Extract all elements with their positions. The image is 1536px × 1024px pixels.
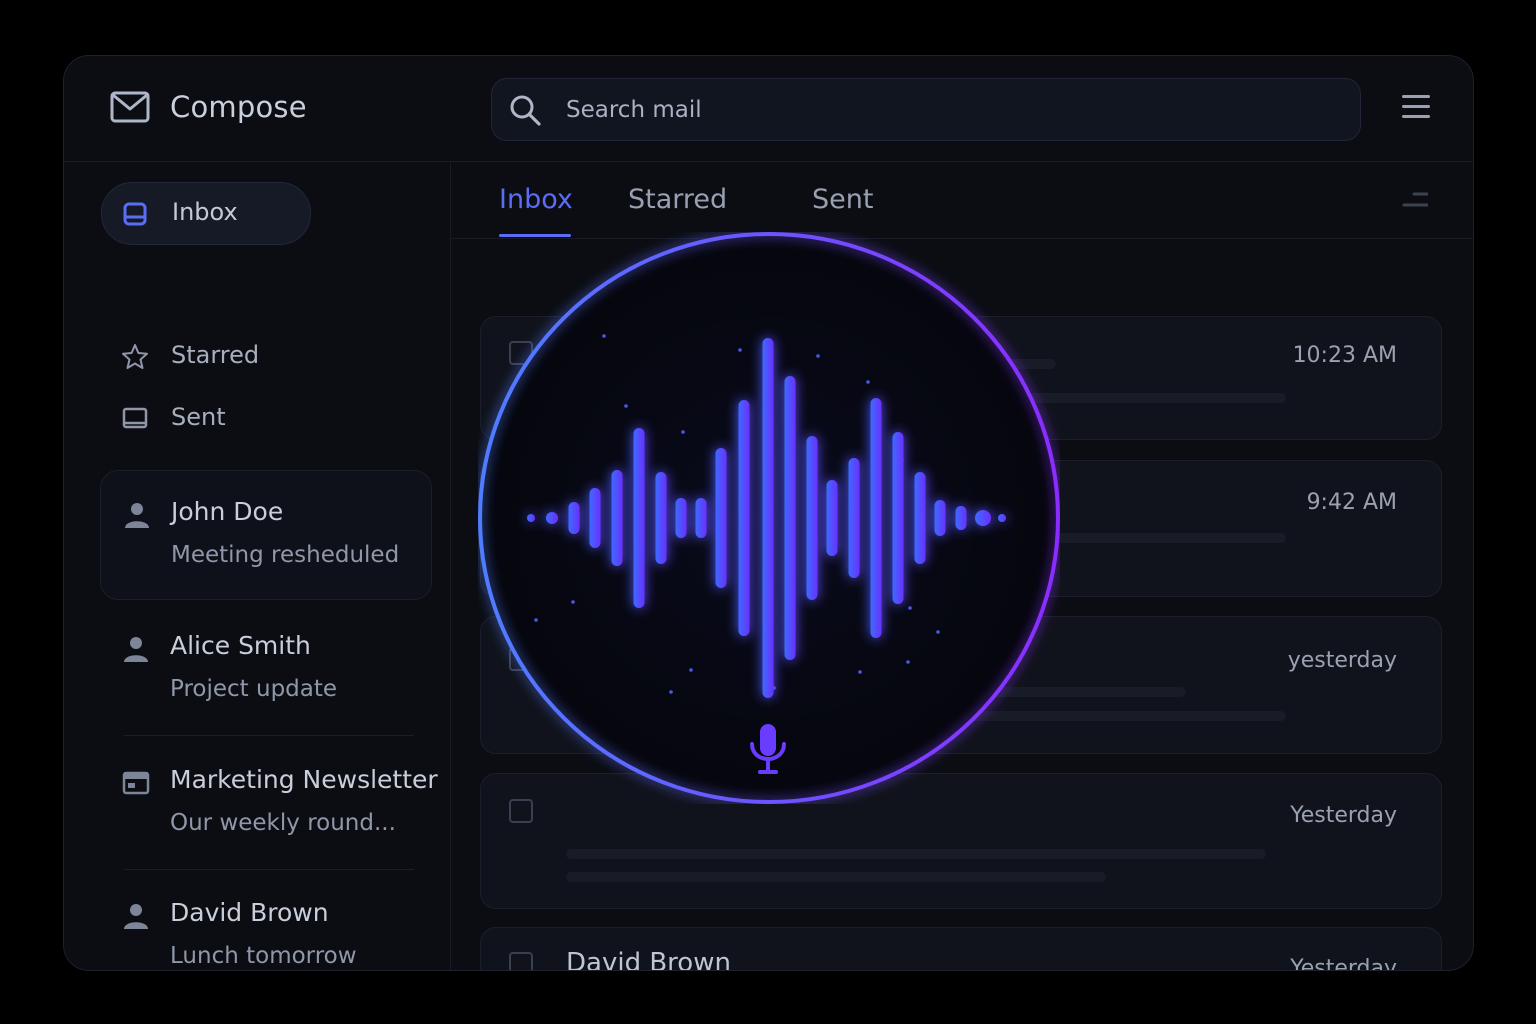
sparkle-dot: [689, 668, 693, 672]
waveform-bar: [975, 510, 991, 526]
mail-icon: [110, 91, 150, 123]
waveform-bar: [870, 398, 882, 638]
filter-icon[interactable]: [1402, 190, 1428, 210]
person-icon: [124, 904, 148, 929]
sparkle-dot: [669, 690, 673, 694]
tab-sent[interactable]: Sent: [812, 184, 873, 215]
waveform-bar: [675, 498, 687, 538]
email-time: Yesterday: [1290, 956, 1397, 971]
contact-item-alice-smith[interactable]: Alice Smith Project update: [100, 605, 430, 733]
email-row[interactable]: David Brown Yesterday: [480, 927, 1442, 971]
sparkle-dot: [681, 430, 685, 434]
person-icon: [125, 503, 149, 528]
sparkle-dot: [858, 670, 862, 674]
contact-name: Alice Smith: [170, 631, 311, 660]
contact-preview: Lunch tomorrow: [170, 943, 357, 969]
waveform-bar: [633, 428, 645, 608]
tab-inbox[interactable]: Inbox: [499, 184, 573, 215]
sidebar-item-sent[interactable]: Sent: [121, 400, 371, 440]
waveform-bar: [695, 498, 707, 538]
contact-name: Marketing Newsletter: [170, 765, 438, 794]
email-time: yesterday: [1287, 648, 1397, 673]
voice-input-overlay[interactable]: [478, 232, 1060, 804]
waveform-bar: [826, 480, 838, 556]
contact-name: David Brown: [170, 898, 329, 927]
contact-item-marketing-newsletter[interactable]: Marketing Newsletter Our weekly round...: [100, 739, 438, 867]
waveform-bar: [589, 488, 601, 548]
sparkle-dot: [602, 334, 606, 338]
sparkle-dot: [866, 380, 870, 384]
waveform-bar: [546, 512, 558, 524]
newsletter-icon: [122, 771, 150, 795]
compose-label: Compose: [170, 90, 307, 124]
menu-icon[interactable]: [1402, 93, 1432, 121]
sparkle-dot: [624, 404, 628, 408]
waveform-bar: [806, 436, 818, 600]
sparkle-dot: [534, 618, 538, 622]
email-time: Yesterday: [1290, 803, 1397, 828]
waveform-bar: [527, 514, 535, 522]
contact-item-david-brown[interactable]: David Brown Lunch tomorrow: [100, 872, 430, 970]
contact-preview: Meeting resheduled: [171, 542, 400, 568]
waveform-bar: [955, 506, 967, 530]
inbox-icon: [123, 202, 147, 226]
sent-icon: [122, 407, 148, 429]
contact-preview: Project update: [170, 676, 338, 702]
sidebar-item-label: Starred: [171, 341, 260, 369]
top-bar: Compose: [64, 56, 1473, 162]
search-bar: [491, 78, 1361, 141]
sparkle-dot: [936, 630, 940, 634]
waveform-bar: [738, 400, 750, 636]
waveform-bar: [914, 472, 926, 564]
email-time: 9:42 AM: [1306, 490, 1397, 515]
waveform-bar: [762, 338, 774, 698]
sparkle-dot: [816, 354, 820, 358]
waveform-bar: [568, 502, 580, 534]
sidebar-item-starred[interactable]: Starred: [121, 338, 371, 378]
waveform-bar: [655, 472, 667, 564]
contact-name: John Doe: [171, 497, 284, 526]
email-checkbox[interactable]: [509, 952, 533, 970]
sidebar-item-label: Sent: [171, 403, 226, 431]
waveform-bar: [998, 514, 1006, 522]
contact-preview: Our weekly round...: [170, 810, 396, 836]
email-snippet-placeholder: [566, 872, 1106, 882]
sparkle-dot: [906, 660, 910, 664]
divider: [124, 735, 414, 736]
email-sender: David Brown: [566, 948, 731, 971]
sparkle-dot: [908, 606, 912, 610]
person-icon: [124, 637, 148, 662]
star-icon: [122, 344, 148, 369]
compose-button[interactable]: Compose: [110, 90, 307, 124]
waveform-bar: [784, 376, 796, 660]
sidebar: Inbox Starred Sent John Doe Meeting resh…: [64, 162, 451, 970]
waveform-bar: [934, 500, 946, 536]
search-icon: [510, 95, 541, 126]
contact-item-john-doe[interactable]: John Doe Meeting resheduled: [100, 470, 432, 600]
search-input[interactable]: [564, 95, 1328, 124]
email-time: 10:23 AM: [1292, 343, 1397, 368]
sparkle-dot: [571, 600, 575, 604]
sparkle-dot: [738, 348, 742, 352]
waveform-bar: [848, 458, 860, 578]
email-snippet-placeholder: [566, 849, 1266, 859]
sidebar-item-inbox[interactable]: Inbox: [101, 182, 311, 245]
waveform-bar: [892, 432, 904, 604]
waveform-bar: [611, 470, 623, 566]
sidebar-item-label: Inbox: [172, 198, 238, 226]
tab-bar: Inbox Starred Sent: [451, 162, 1473, 239]
tab-starred[interactable]: Starred: [628, 184, 727, 215]
waveform-bar: [715, 448, 727, 588]
divider: [124, 869, 414, 870]
